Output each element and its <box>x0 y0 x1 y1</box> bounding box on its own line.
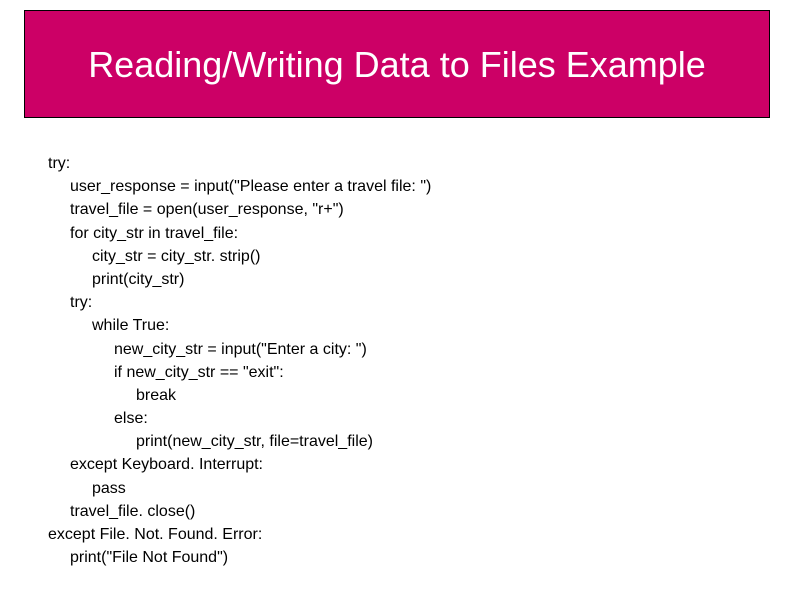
slide-title-bar: Reading/Writing Data to Files Example <box>24 10 770 118</box>
slide-title: Reading/Writing Data to Files Example <box>88 42 706 87</box>
code-line: try: <box>48 152 431 175</box>
code-line: except Keyboard. Interrupt: <box>48 453 431 476</box>
code-line: pass <box>48 477 431 500</box>
code-line: print(city_str) <box>48 268 431 291</box>
code-example: try: user_response = input("Please enter… <box>48 152 431 569</box>
code-line: travel_file = open(user_response, "r+") <box>48 198 431 221</box>
code-line: if new_city_str == "exit": <box>48 361 431 384</box>
code-line: else: <box>48 407 431 430</box>
code-line: while True: <box>48 314 431 337</box>
code-line: print(new_city_str, file=travel_file) <box>48 430 431 453</box>
code-line: try: <box>48 291 431 314</box>
code-line: for city_str in travel_file: <box>48 222 431 245</box>
code-line: city_str = city_str. strip() <box>48 245 431 268</box>
code-line: print("File Not Found") <box>48 546 431 569</box>
code-line: new_city_str = input("Enter a city: ") <box>48 338 431 361</box>
code-line: travel_file. close() <box>48 500 431 523</box>
code-line: break <box>48 384 431 407</box>
code-line: except File. Not. Found. Error: <box>48 523 431 546</box>
code-line: user_response = input("Please enter a tr… <box>48 175 431 198</box>
